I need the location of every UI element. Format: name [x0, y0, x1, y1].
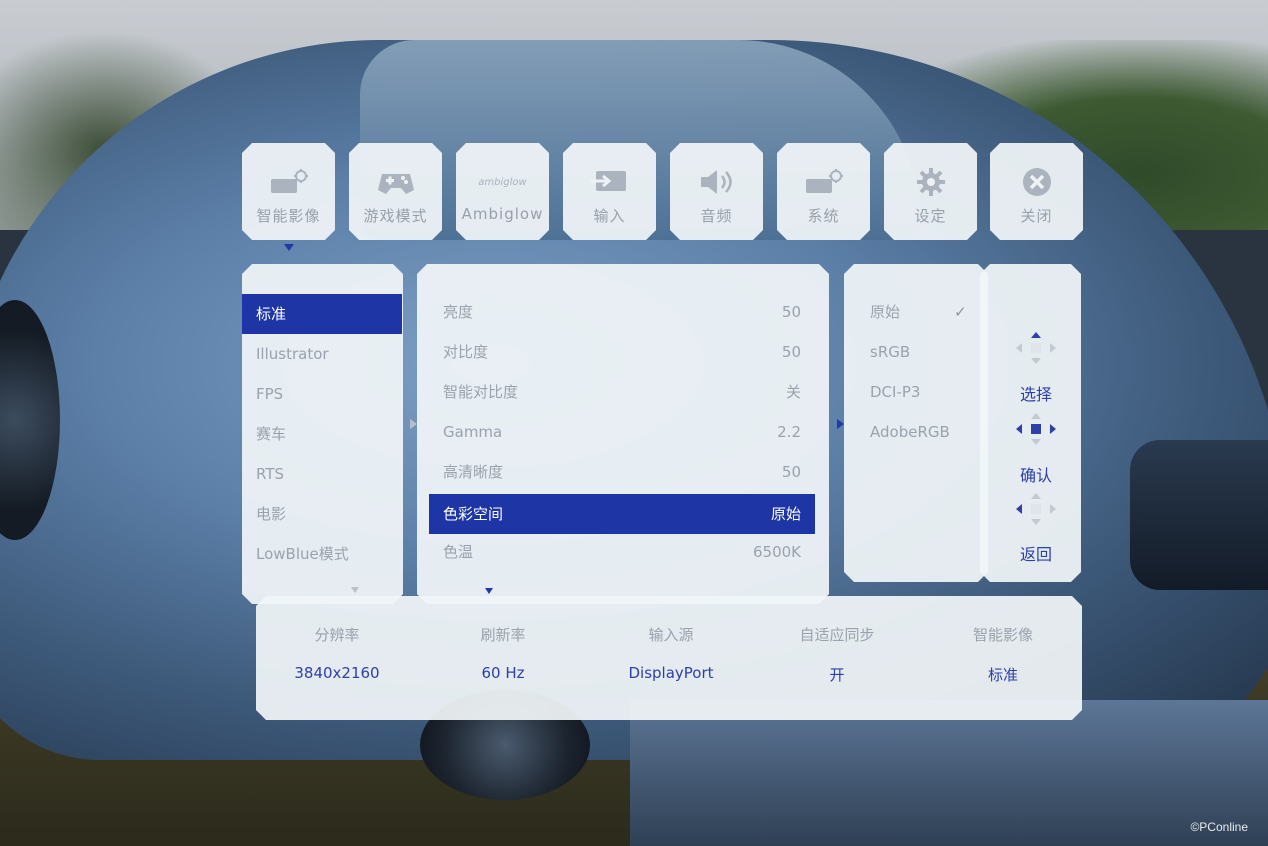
scroll-down-arrow-icon[interactable]: [351, 587, 359, 593]
setting-row-color-temperature[interactable]: 色温 6500K: [429, 532, 815, 572]
info-header-input-source: 输入源: [648, 626, 694, 644]
control-label-confirm: 确认: [1019, 466, 1052, 485]
tab-smart-image[interactable]: 智能影像: [242, 143, 335, 240]
ambiglow-logo-icon: ambiglow: [478, 176, 527, 188]
setting-label: 色温: [443, 543, 474, 561]
tab-label: Ambiglow: [461, 205, 544, 223]
tab-label: 系统: [807, 207, 840, 225]
tab-label: 输入: [593, 207, 626, 225]
setting-row-contrast[interactable]: 对比度 50: [429, 332, 815, 372]
gear-icon: [916, 167, 946, 197]
info-header-refresh-rate: 刷新率: [480, 626, 526, 644]
setting-value: 6500K: [752, 543, 801, 561]
four-way-dpad-icon: [1016, 332, 1056, 368]
tab-input[interactable]: 输入: [563, 143, 656, 240]
control-label-back: 返回: [1019, 545, 1052, 564]
submenu-arrow-icon: [837, 419, 844, 429]
info-header-smart-image: 智能影像: [972, 626, 1033, 644]
tab-settings[interactable]: 设定: [884, 143, 977, 240]
info-value-adaptive-sync: 开: [829, 666, 845, 684]
setting-row-brightness[interactable]: 亮度 50: [429, 292, 815, 332]
setting-value: 50: [781, 343, 801, 361]
setting-label: Gamma: [443, 423, 503, 441]
control-hints-panel: 选择 确认 返回: [980, 264, 1081, 582]
preset-item-fps[interactable]: FPS: [242, 374, 402, 414]
setting-row-smart-contrast[interactable]: 智能对比度 关: [429, 372, 815, 412]
tab-label: 设定: [914, 207, 947, 225]
watermark: ©PConline: [1190, 820, 1248, 834]
preset-item-racing[interactable]: 赛车: [242, 414, 402, 454]
dpad-center-icon: [1016, 413, 1056, 449]
color-space-option-srgb[interactable]: sRGB: [844, 332, 984, 372]
setting-row-gamma[interactable]: Gamma 2.2: [429, 412, 815, 452]
info-value-smart-image: 标准: [987, 666, 1018, 684]
color-space-options-panel: 原始 ✓ sRGB DCI-P3 AdobeRGB: [844, 264, 988, 582]
tab-game-mode[interactable]: 游戏模式: [349, 143, 442, 240]
preset-list-panel: 标准 Illustrator FPS 赛车 RTS 电影 LowBlue模式: [242, 264, 403, 604]
input-icon: [590, 167, 630, 197]
option-label: 原始: [870, 303, 901, 321]
speaker-icon: [697, 167, 737, 197]
setting-row-sharpness[interactable]: 高清晰度 50: [429, 452, 815, 492]
tab-label: 游戏模式: [363, 207, 428, 225]
tab-close[interactable]: 关闭: [990, 143, 1083, 240]
setting-value: 2.2: [777, 423, 801, 441]
info-header-adaptive-sync: 自适应同步: [799, 626, 875, 644]
setting-row-color-space[interactable]: 色彩空间 原始: [429, 494, 815, 534]
setting-label: 对比度: [443, 343, 489, 361]
gamepad-icon: [376, 167, 416, 197]
smart-image-icon: [269, 167, 309, 197]
info-value-resolution: 3840x2160: [294, 664, 380, 682]
preset-item-rts[interactable]: RTS: [242, 454, 402, 494]
setting-label: 智能对比度: [443, 383, 519, 401]
setting-value: 50: [781, 303, 801, 321]
scroll-down-arrow-icon[interactable]: [485, 588, 493, 594]
setting-value: 关: [785, 383, 801, 401]
control-label-select: 选择: [1019, 385, 1052, 404]
tab-audio[interactable]: 音频: [670, 143, 763, 240]
checkmark-icon: ✓: [954, 303, 967, 321]
color-space-option-native[interactable]: 原始 ✓: [844, 292, 984, 332]
active-tab-indicator: [284, 244, 294, 251]
setting-value: 50: [781, 463, 801, 481]
setting-label: 色彩空间: [443, 505, 504, 523]
status-info-bar: 分辨率 刷新率 输入源 自适应同步 智能影像 3840x2160 60 Hz D…: [256, 596, 1082, 720]
tab-label: 关闭: [1020, 207, 1053, 225]
preset-item-illustrator[interactable]: Illustrator: [242, 334, 402, 374]
color-space-option-adobergb[interactable]: AdobeRGB: [844, 412, 984, 452]
tab-ambiglow[interactable]: ambiglow Ambiglow: [456, 143, 549, 240]
settings-list-panel: 亮度 50 对比度 50 智能对比度 关 Gamma 2.2 高清晰度 50 色…: [417, 264, 829, 604]
setting-label: 亮度: [443, 303, 474, 321]
dpad-left-icon: [1016, 493, 1056, 529]
monitor-osd-menu: 智能影像 游戏模式 ambiglow Ambiglow 输入 音频 系统 设定: [0, 0, 1268, 846]
info-value-refresh-rate: 60 Hz: [481, 664, 525, 682]
preset-item-movie[interactable]: 电影: [242, 494, 402, 534]
color-space-option-dci-p3[interactable]: DCI-P3: [844, 372, 984, 412]
preset-item-lowblue[interactable]: LowBlue模式: [242, 534, 402, 574]
preset-item-standard[interactable]: 标准: [242, 294, 402, 334]
setting-value: 原始: [770, 505, 801, 523]
tab-label: 智能影像: [256, 207, 321, 225]
close-icon: [1021, 167, 1053, 197]
info-header-resolution: 分辨率: [314, 626, 360, 644]
setting-label: 高清晰度: [443, 463, 504, 481]
submenu-arrow-icon: [410, 419, 417, 429]
tab-label: 音频: [700, 207, 733, 225]
tab-system[interactable]: 系统: [777, 143, 870, 240]
system-icon: [804, 167, 844, 197]
info-value-input-source: DisplayPort: [628, 664, 714, 682]
